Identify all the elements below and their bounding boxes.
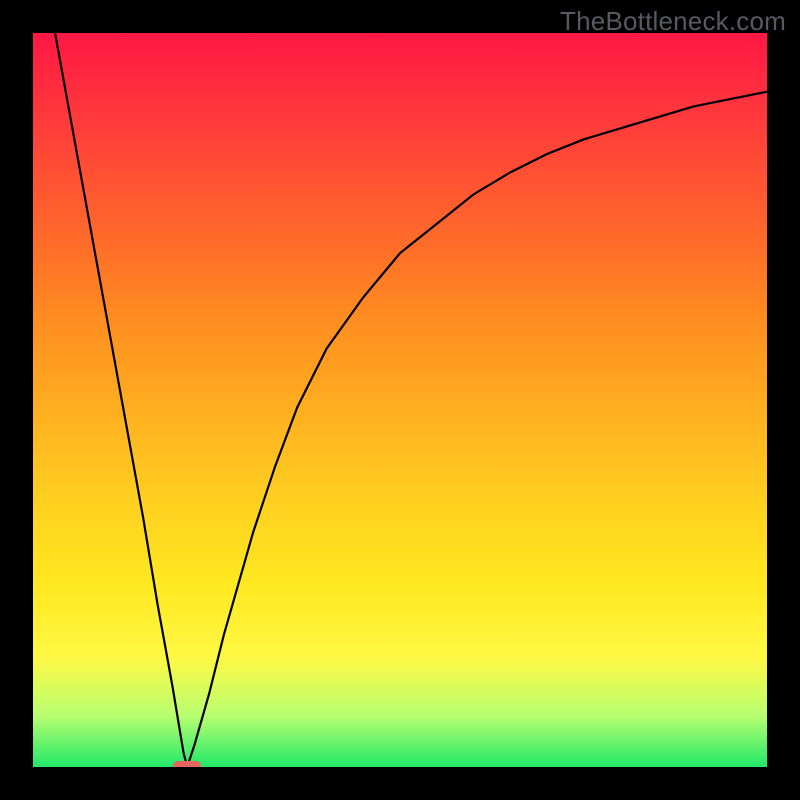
curve-left-branch	[55, 33, 187, 767]
watermark-text: TheBottleneck.com	[560, 6, 786, 37]
chart-frame: TheBottleneck.com	[0, 0, 800, 800]
frame-border-bottom	[0, 767, 800, 800]
curve-right-branch	[187, 92, 767, 767]
frame-border-left	[0, 0, 33, 800]
bottleneck-curve	[33, 33, 767, 767]
frame-border-right	[767, 0, 800, 800]
